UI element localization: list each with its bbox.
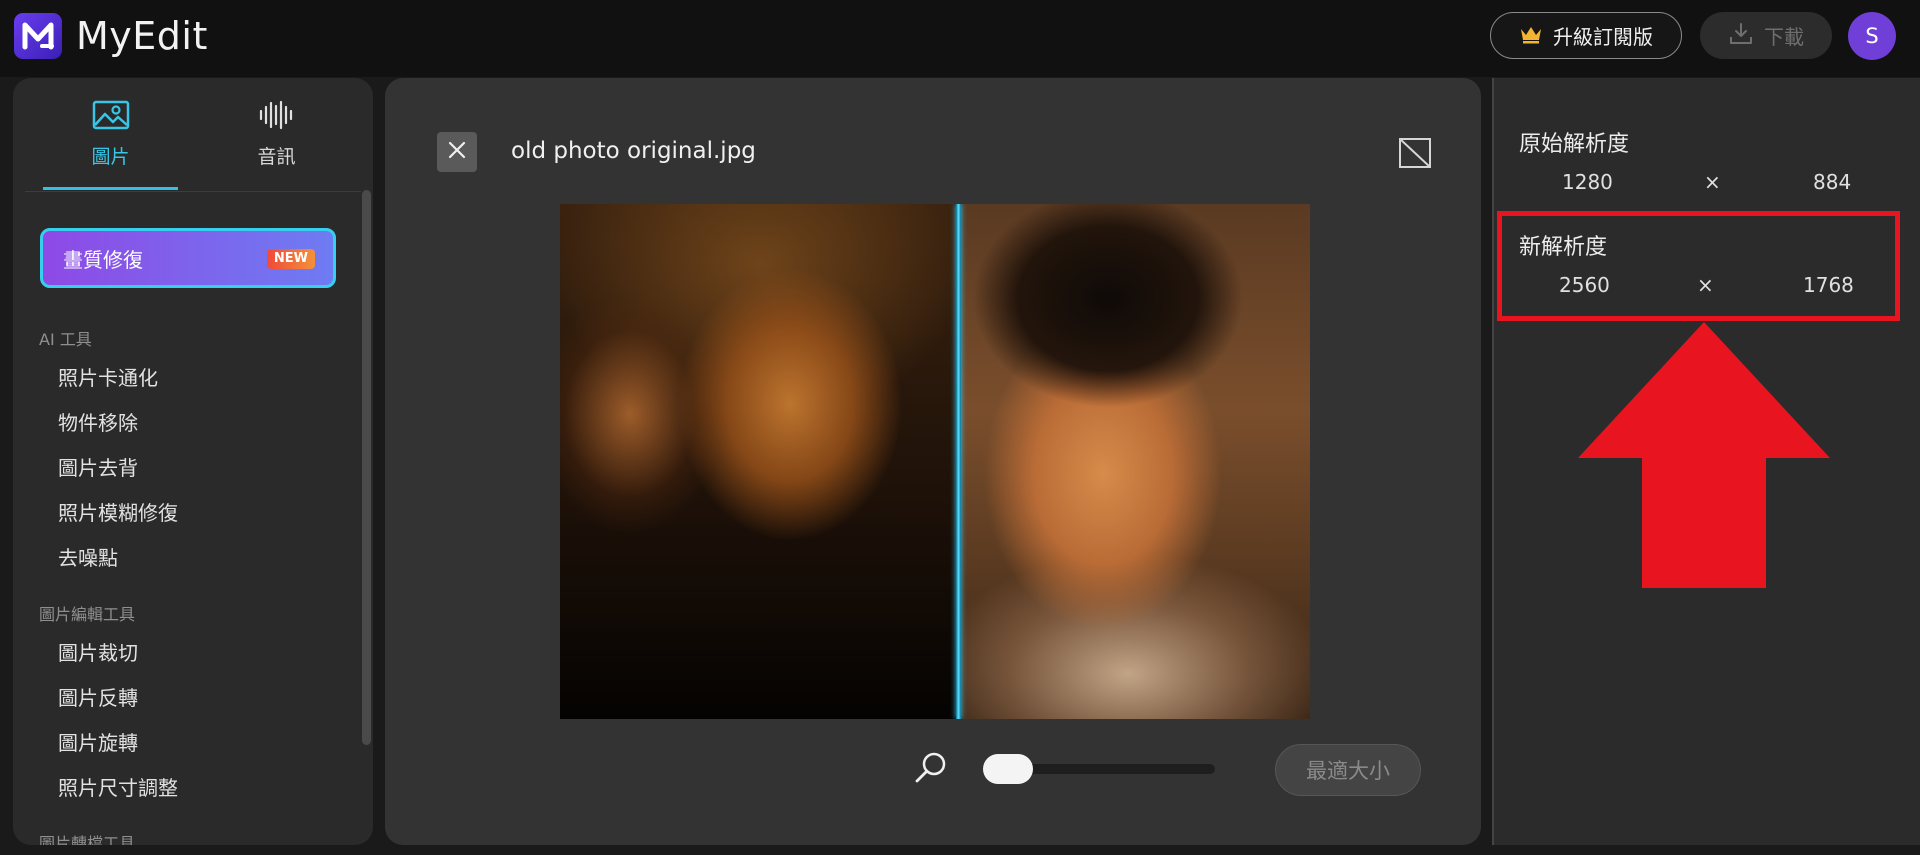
- original-resolution-title: 原始解析度: [1519, 132, 1630, 157]
- file-name: old photo original.jpg: [511, 138, 756, 164]
- close-icon: [447, 140, 467, 164]
- menu-item-resize[interactable]: 照片尺寸調整: [58, 772, 178, 801]
- section-image-edit-tools: 圖片編輯工具: [39, 605, 136, 624]
- menu-item-flip[interactable]: 圖片反轉: [58, 682, 138, 711]
- menu-item-crop[interactable]: 圖片裁切: [58, 637, 138, 666]
- up-arrow-annotation-icon: [1576, 320, 1832, 590]
- enhance-quality-button[interactable]: 畫質修復 NEW: [40, 228, 336, 288]
- original-times-sign: ×: [1704, 170, 1721, 194]
- original-width: 1280: [1562, 170, 1613, 194]
- tab-divider: [25, 191, 361, 192]
- active-tab-indicator: [43, 187, 178, 190]
- menu-item-photo-cartoonize[interactable]: 照片卡通化: [58, 362, 158, 391]
- fit-to-screen-button[interactable]: 最適大小: [1275, 744, 1421, 796]
- section-image-convert-tools: 圖片轉檔工具: [39, 834, 136, 845]
- editor-workspace: old photo original.jpg 最適大小: [385, 78, 1481, 845]
- menu-item-denoise[interactable]: 去噪點: [58, 542, 118, 571]
- download-icon: [1728, 22, 1754, 50]
- photo-comparison-preview[interactable]: [560, 204, 1310, 719]
- download-label: 下載: [1764, 25, 1804, 49]
- waveform-icon: [258, 100, 296, 134]
- upgrade-label: 升級訂閱版: [1553, 25, 1653, 49]
- tool-sidebar: 圖片 音訊 畫質修復 NEW AI 工具 照片卡通化 物件移除 圖片去背 照片模…: [13, 78, 373, 845]
- tab-image[interactable]: 圖片: [43, 100, 178, 180]
- section-ai-tools: AI 工具: [39, 330, 92, 349]
- media-tabs: 圖片 音訊: [13, 78, 373, 192]
- photo-original-half: [560, 204, 958, 719]
- tool-menu: 畫質修復 NEW AI 工具 照片卡通化 物件移除 圖片去背 照片模糊修復 去噪…: [13, 198, 363, 845]
- tab-audio-label: 音訊: [257, 146, 296, 168]
- menu-item-background-removal[interactable]: 圖片去背: [58, 452, 138, 481]
- menu-item-rotate[interactable]: 圖片旋轉: [58, 727, 138, 756]
- app-header: MyEdit 升級訂閱版 下載 S: [0, 0, 1920, 77]
- new-badge: NEW: [266, 249, 315, 269]
- fit-to-screen-label: 最適大小: [1306, 759, 1390, 783]
- photo-enhanced-half: [958, 204, 1310, 719]
- compare-view-icon[interactable]: [1395, 133, 1435, 173]
- menu-item-object-removal[interactable]: 物件移除: [58, 407, 138, 436]
- sidebar-scrollbar[interactable]: [362, 190, 371, 745]
- myedit-logo-icon[interactable]: [14, 13, 62, 59]
- enhance-quality-label: 畫質修復: [63, 247, 143, 272]
- zoom-slider-handle[interactable]: [983, 754, 1033, 784]
- zoom-icon: [913, 750, 949, 786]
- crown-icon: [1519, 24, 1543, 48]
- download-button[interactable]: 下載: [1700, 12, 1832, 59]
- upgrade-button[interactable]: 升級訂閱版: [1490, 12, 1682, 59]
- tab-audio[interactable]: 音訊: [209, 100, 344, 180]
- new-resolution-highlight: [1497, 211, 1900, 321]
- image-icon: [92, 100, 130, 134]
- tab-image-label: 圖片: [91, 146, 130, 168]
- user-avatar[interactable]: S: [1848, 12, 1896, 60]
- original-height: 884: [1813, 170, 1852, 194]
- close-button[interactable]: [437, 132, 477, 172]
- comparison-split-handle[interactable]: [956, 204, 961, 719]
- menu-item-blur-repair[interactable]: 照片模糊修復: [58, 497, 178, 526]
- app-name[interactable]: MyEdit: [76, 14, 208, 58]
